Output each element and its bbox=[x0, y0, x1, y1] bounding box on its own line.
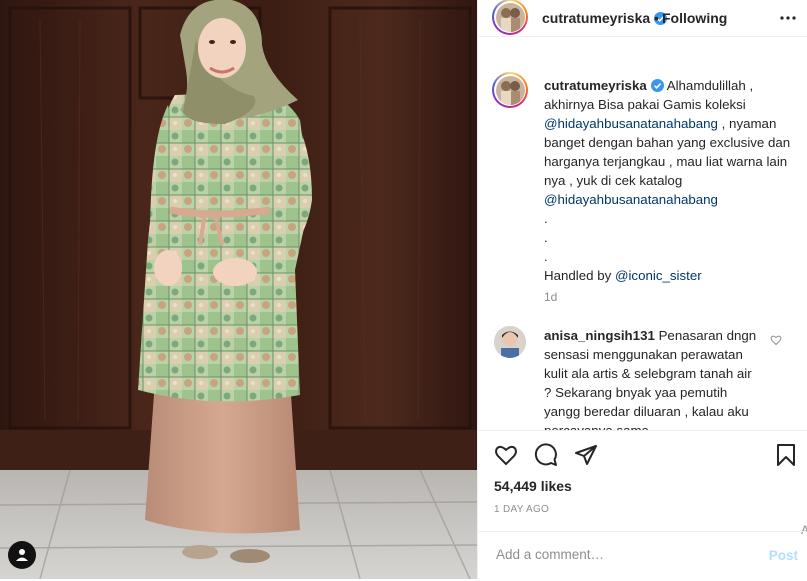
photo-illustration bbox=[0, 0, 477, 579]
verified-icon bbox=[650, 79, 664, 92]
header-separator: • bbox=[654, 10, 659, 26]
post-actions: 54,449 likes 1 DAY AGO A Post bbox=[478, 430, 807, 580]
comment-icon[interactable] bbox=[534, 443, 558, 467]
post-header: cutratumeyriska • Following bbox=[478, 0, 807, 37]
caption-avatar-image bbox=[495, 75, 525, 105]
heart-icon[interactable] bbox=[770, 334, 782, 346]
post-sidebar: cutratumeyriska • Following cutratumeyri… bbox=[477, 0, 807, 579]
caption-dot: . bbox=[544, 211, 548, 226]
share-icon[interactable] bbox=[574, 443, 598, 467]
caption-username[interactable]: cutratumeyriska bbox=[544, 78, 647, 93]
caption-timestamp[interactable]: 1d bbox=[544, 290, 557, 304]
post-photo[interactable] bbox=[0, 0, 477, 579]
author-avatar[interactable] bbox=[492, 0, 528, 35]
post-date: 1 DAY AGO bbox=[494, 504, 550, 515]
commenter-avatar-image bbox=[494, 326, 526, 358]
user-tag-icon bbox=[16, 549, 28, 561]
post-comment-button[interactable]: Post bbox=[769, 548, 798, 563]
comment-username[interactable]: anisa_ningsih131 bbox=[544, 328, 655, 343]
comments-list[interactable]: cutratumeyriska Alhamdulillah , akhirnya… bbox=[478, 52, 807, 430]
comment: anisa_ningsih131 Penasaran dngn sensasi … bbox=[544, 326, 759, 430]
handled-label: Handled by bbox=[544, 268, 612, 283]
more-options-icon[interactable] bbox=[778, 8, 798, 28]
comment-composer: Post bbox=[478, 531, 807, 581]
comment-text: Penasaran dngn sensasi menggunakan peraw… bbox=[544, 328, 757, 430]
like-count[interactable]: 54,449 likes bbox=[494, 478, 572, 494]
following-button[interactable]: Following bbox=[662, 10, 727, 26]
caption-author-avatar[interactable] bbox=[492, 72, 528, 108]
caption: cutratumeyriska Alhamdulillah , akhirnya… bbox=[544, 76, 799, 285]
caption-mention-3[interactable]: @iconic_sister bbox=[615, 268, 702, 283]
caption-dot: . bbox=[544, 249, 548, 264]
author-avatar-image bbox=[495, 2, 525, 32]
commenter-avatar[interactable] bbox=[494, 326, 526, 358]
bookmark-icon[interactable] bbox=[774, 443, 798, 467]
caption-mention-2[interactable]: @hidayahbusanatanahabang bbox=[544, 192, 718, 207]
caption-dot: . bbox=[544, 230, 548, 245]
author-username[interactable]: cutratumeyriska bbox=[542, 10, 668, 26]
caption-mention-1[interactable]: @hidayahbusanatanahabang bbox=[544, 116, 718, 131]
heart-icon[interactable] bbox=[494, 443, 518, 467]
comment-input[interactable] bbox=[494, 546, 758, 563]
user-tag-button[interactable] bbox=[8, 541, 36, 569]
